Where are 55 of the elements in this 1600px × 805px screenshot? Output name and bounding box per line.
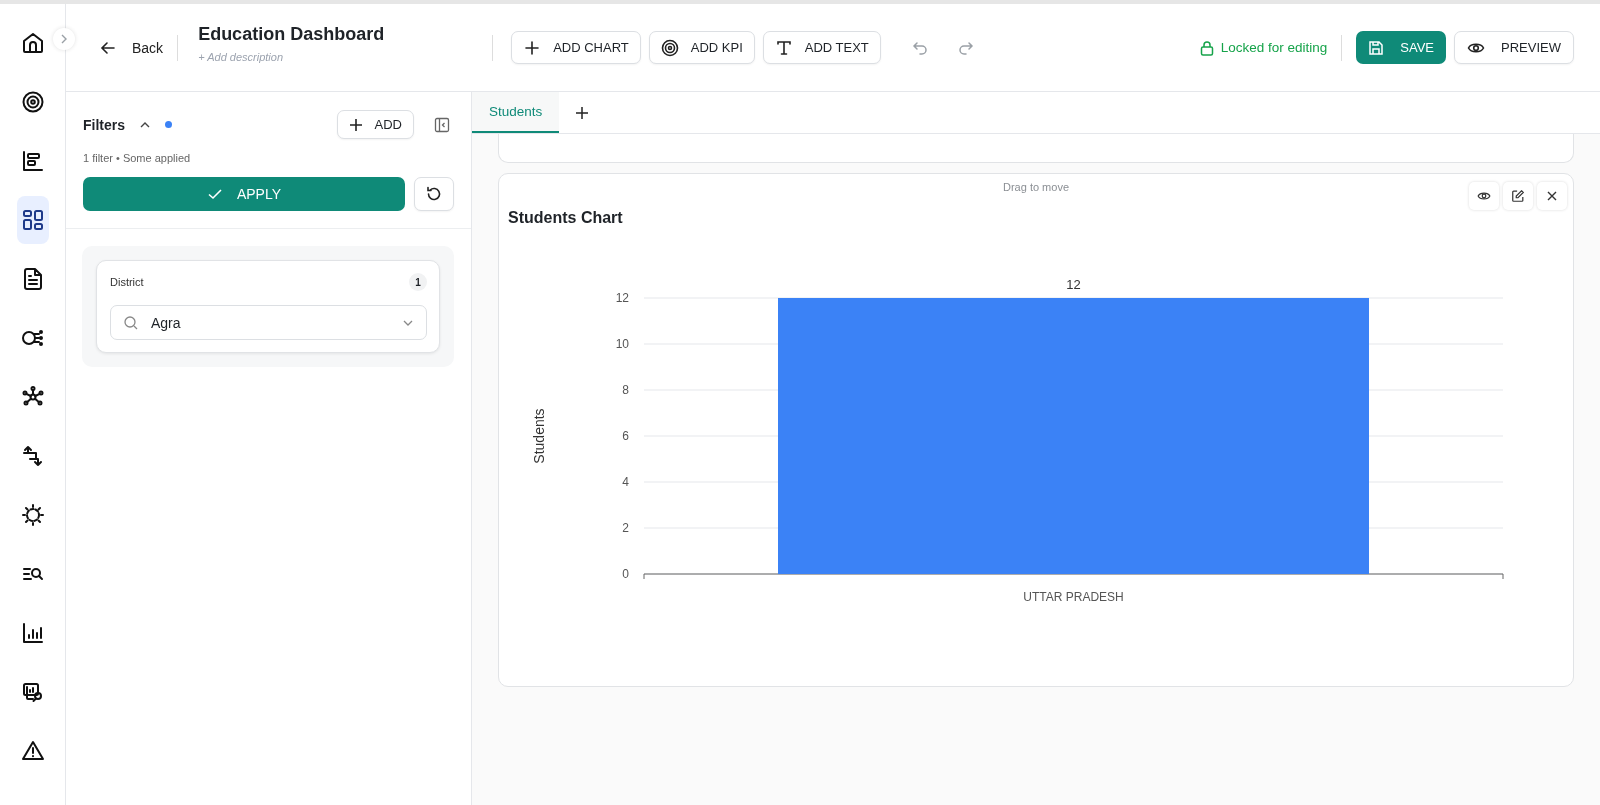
warning-icon <box>20 739 45 763</box>
y-tick-label: 8 <box>622 383 629 397</box>
edit-button[interactable] <box>1503 182 1533 210</box>
plus-icon <box>575 105 590 120</box>
plus-icon <box>348 117 363 132</box>
apply-button[interactable]: APPLY <box>83 177 405 211</box>
bars-icon <box>20 149 45 173</box>
checkmark-icon <box>206 186 223 202</box>
chart-search-icon <box>20 680 45 704</box>
edit-icon <box>1511 189 1525 203</box>
tab[interactable]: Students <box>472 92 560 133</box>
toolbar-button[interactable]: ADD TEXT <box>762 31 881 64</box>
y-tick-label: 12 <box>615 291 629 305</box>
chevron-right-icon <box>59 34 69 44</box>
target-icon <box>20 90 45 114</box>
y-tick-label: 2 <box>622 521 629 535</box>
district-select[interactable]: Agra <box>110 305 427 340</box>
panel-collapse-icon <box>434 116 450 133</box>
bar-chart-icon <box>20 621 45 645</box>
sidebar-item[interactable] <box>16 196 49 244</box>
data-label: 12 <box>1066 277 1081 292</box>
y-tick-label: 4 <box>622 475 629 489</box>
home-icon <box>20 31 45 55</box>
dashboard-title: Education Dashboard <box>198 24 386 45</box>
eye-icon <box>1477 189 1491 203</box>
chart-title: Students Chart <box>508 209 624 227</box>
text-icon <box>774 38 793 57</box>
toolbar-button[interactable]: ADD CHART <box>511 31 641 64</box>
drag-hint: Drag to move <box>1003 181 1069 193</box>
padlock-icon <box>1198 39 1215 56</box>
add-filter-button[interactable]: ADD <box>336 110 414 139</box>
plus-icon <box>523 38 542 57</box>
view-button[interactable] <box>1469 182 1499 210</box>
search-icon <box>123 314 139 331</box>
reset-icon <box>425 185 443 203</box>
y-tick-label: 10 <box>615 337 629 351</box>
filter-count: 1 <box>409 273 427 291</box>
filter-label: District <box>110 276 144 288</box>
close-icon <box>1546 190 1558 202</box>
y-tick-label: 0 <box>622 567 629 581</box>
arrows-icon <box>20 444 45 468</box>
toolbar-button[interactable]: ADD KPI <box>648 31 755 64</box>
filters-title: Filters <box>83 116 125 133</box>
target-icon <box>660 38 679 57</box>
x-tick-label: UTTAR PRADESH <box>1023 590 1124 604</box>
lock-status: Locked for editing <box>1198 39 1328 56</box>
arrow-left-icon <box>100 39 116 56</box>
y-axis-title: Students <box>531 408 547 464</box>
grid-icon <box>20 208 45 232</box>
y-tick-label: 6 <box>622 429 629 443</box>
save-button[interactable]: SAVE <box>1356 31 1447 64</box>
back-button[interactable]: Back <box>100 39 164 56</box>
reset-button[interactable] <box>414 177 454 211</box>
filter-summary: 1 filter • Some applied <box>82 151 192 164</box>
preview-button[interactable]: PREVIEW <box>1454 31 1574 64</box>
